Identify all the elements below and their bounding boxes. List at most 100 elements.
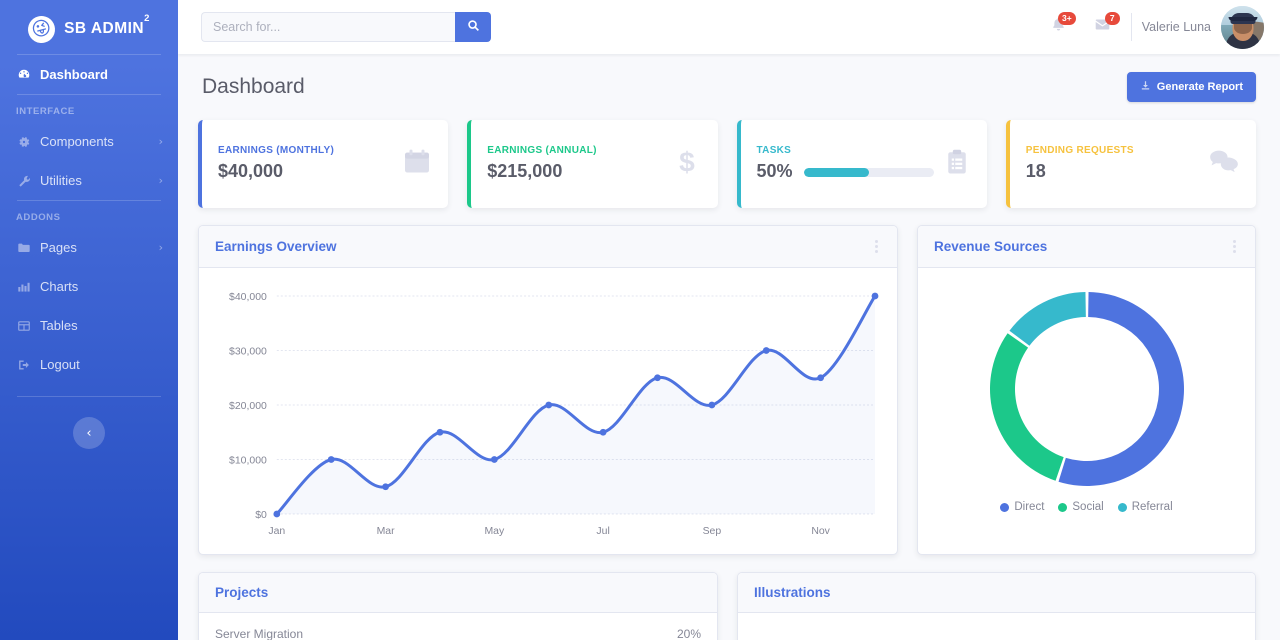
messages-badge: 7 [1104, 12, 1120, 25]
sidebar-item-label: Charts [40, 279, 79, 294]
stat-value: 50% [756, 161, 793, 182]
card-title: Illustrations [754, 585, 831, 600]
comments-icon [1208, 147, 1240, 182]
ellipsis-vertical-icon[interactable] [872, 238, 881, 255]
legend-item-social[interactable]: Social [1058, 501, 1104, 513]
brand-logo[interactable]: 😜 SB ADMIN2 [0, 0, 178, 54]
user-menu[interactable]: Valerie Luna [1142, 5, 1264, 49]
sidebar-heading-addons: ADDONS [16, 212, 61, 223]
messages-button[interactable]: 7 [1081, 7, 1125, 47]
laughing-face-icon: 😜 [25, 12, 59, 46]
stat-label: EARNINGS (MONTHLY) [218, 145, 335, 157]
svg-text:Sep: Sep [703, 526, 722, 537]
stat-value: $215,000 [487, 161, 563, 182]
donut-slice-referral[interactable] [1008, 292, 1086, 346]
charts-row: Earnings Overview $0 $10,000 $20,000 $30,00… [198, 225, 1256, 555]
card-title: Earnings Overview [215, 239, 337, 254]
revenue-donut-chart: Direct Social Referral [934, 282, 1239, 513]
chevron-right-icon: › [158, 174, 163, 187]
stat-card-text: EARNINGS (ANNUAL) $215,000 [487, 145, 597, 183]
tasks-progress-bar-track [803, 167, 934, 177]
svg-text:May: May [484, 526, 505, 537]
project-percent: 20% [676, 627, 701, 640]
content-wrapper: 3+ 7 Valerie Luna [178, 0, 1280, 640]
sidebar-item-utilities[interactable]: Utilities › [0, 161, 178, 200]
wrench-icon [16, 173, 31, 188]
card-title: Revenue Sources [934, 239, 1048, 254]
sign-out-icon [16, 357, 31, 372]
avatar [1221, 5, 1264, 49]
tasks-progress-bar-fill [803, 167, 869, 177]
alerts-button[interactable]: 3+ [1037, 7, 1081, 47]
svg-text:Jul: Jul [596, 526, 609, 537]
svg-text:$40,000: $40,000 [229, 292, 267, 303]
chevron-right-icon: › [158, 241, 163, 254]
sidebar-item-label: Tables [40, 318, 78, 333]
alerts-badge: 3+ [1058, 12, 1076, 25]
stat-card-earnings-monthly: EARNINGS (MONTHLY) $40,000 [198, 120, 449, 208]
topbar-actions: 3+ 7 Valerie Luna [1037, 5, 1264, 49]
legend-color-dot [1058, 502, 1068, 512]
sidebar-item-logout[interactable]: Logout [0, 345, 178, 384]
stat-label: EARNINGS (ANNUAL) [487, 145, 597, 157]
sidebar-item-components[interactable]: Components › [0, 122, 178, 161]
svg-text:$30,000: $30,000 [229, 346, 267, 357]
card-body [738, 613, 1255, 640]
sidebar-toggle-button[interactable]: ‹ [73, 417, 105, 449]
legend-item-direct[interactable]: Direct [1000, 501, 1044, 513]
sidebar-item-dashboard[interactable]: Dashboard [0, 55, 178, 94]
legend-color-dot [1000, 502, 1010, 512]
sidebar-item-label: Dashboard [40, 67, 108, 82]
legend-item-referral[interactable]: Referral [1117, 501, 1173, 513]
donut-legend: Direct Social Referral [1000, 501, 1173, 513]
search-input[interactable] [201, 12, 455, 42]
search-icon [467, 19, 480, 35]
generate-report-button[interactable]: Generate Report [1126, 72, 1256, 102]
sidebar-item-label: Pages [40, 240, 77, 255]
topbar-divider [1130, 13, 1132, 41]
sidebar-item-charts[interactable]: Charts [0, 267, 178, 306]
stat-card-earnings-annual: EARNINGS (ANNUAL) $215,000 $ [467, 120, 718, 208]
sidebar-item-label: Logout [40, 357, 80, 372]
revenue-sources-card: Revenue Sources Direct Social Referral [917, 225, 1256, 555]
brand-label: SB ADMIN [64, 20, 145, 38]
svg-text:Mar: Mar [377, 526, 396, 537]
legend-label: Social [1072, 501, 1104, 513]
brand-superscript: 2 [144, 12, 150, 24]
sidebar-item-tables[interactable]: Tables [0, 306, 178, 345]
sidebar-heading-interface: INTERFACE [16, 106, 75, 117]
card-header: Revenue Sources [918, 226, 1255, 268]
page-header: Dashboard Generate Report [198, 72, 1256, 102]
stat-card-text: PENDING REQUESTS 18 [1026, 145, 1134, 183]
stat-card-text: EARNINGS (MONTHLY) $40,000 [218, 145, 334, 183]
svg-text:$10,000: $10,000 [229, 455, 267, 466]
sidebar-item-pages[interactable]: Pages › [0, 228, 178, 267]
search-button[interactable] [455, 12, 491, 42]
table-icon [16, 318, 31, 333]
svg-text:$: $ [679, 147, 695, 177]
search-form [201, 12, 491, 42]
project-row: Server Migration 20% [215, 627, 701, 640]
sidebar-toggle-wrap: ‹ [0, 397, 178, 449]
legend-label: Referral [1131, 501, 1173, 513]
sidebar-item-label: Utilities [40, 173, 82, 188]
bottom-row: Projects Server Migration 20% Illustrati… [198, 572, 1256, 640]
stat-card-tasks: TASKS 50% [736, 120, 987, 208]
dollar-sign-icon: $ [672, 146, 702, 182]
card-body: $0 $10,000 $20,000 $30,000 $40,000 Jan Mar May J… [199, 268, 897, 554]
donut-slice-social[interactable] [989, 333, 1064, 481]
ellipsis-vertical-icon[interactable] [1230, 238, 1239, 255]
card-header: Illustrations [738, 573, 1255, 613]
stat-label: TASKS [756, 145, 792, 157]
card-header: Projects [199, 573, 717, 613]
stat-cards-row: EARNINGS (MONTHLY) $40,000 EARNINGS (ANN… [198, 120, 1256, 208]
folder-icon [16, 240, 31, 255]
project-name: Server Migration [215, 627, 304, 640]
topbar: 3+ 7 Valerie Luna [178, 0, 1280, 54]
donut-slice-direct[interactable] [1058, 292, 1184, 486]
tachometer-icon [16, 67, 31, 82]
sidebar-item-label: Components [40, 134, 114, 149]
clipboard-list-icon [943, 148, 971, 181]
stat-value: 18 [1025, 161, 1046, 182]
svg-text:Jan: Jan [268, 526, 285, 537]
